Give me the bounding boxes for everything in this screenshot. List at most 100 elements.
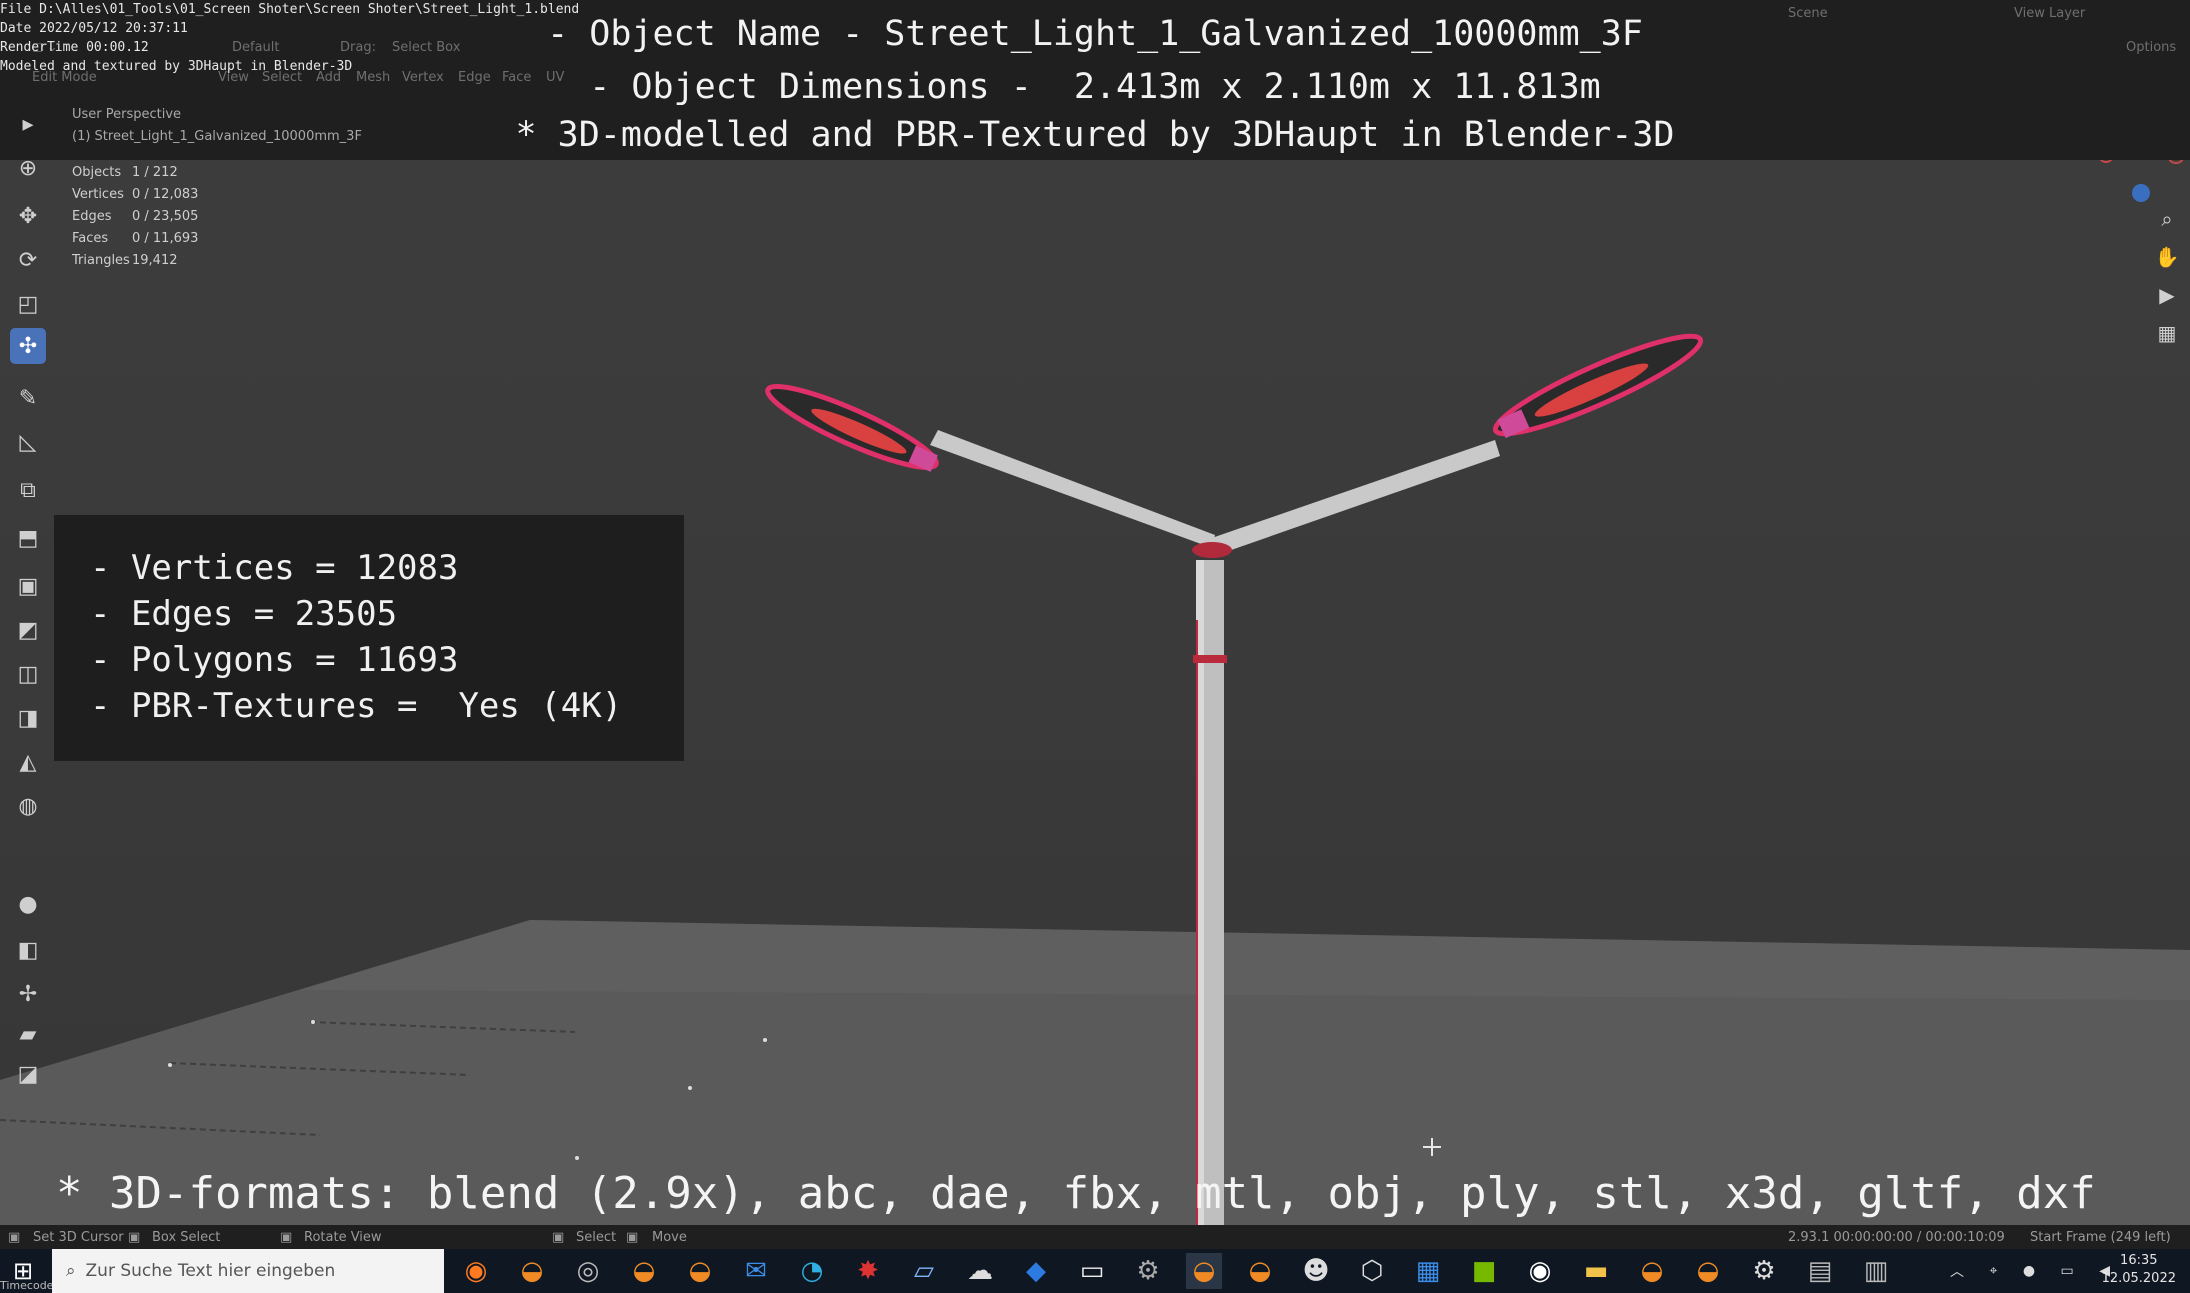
mail-icon[interactable]: ✉	[738, 1253, 774, 1289]
blender-status-bar: ▣ Set 3D Cursor ▣ Box Select ▣ Rotate Vi…	[0, 1225, 2190, 1249]
add-cube-tool-icon[interactable]: ⧉	[10, 472, 46, 508]
extrude-tool-icon[interactable]: ⬒	[10, 520, 46, 556]
status-start-frame: Start Frame (249 left)	[2030, 1230, 2171, 1245]
mouse-left-icon: ▣	[8, 1230, 21, 1245]
stat-row: Edges 0 / 23,505	[72, 206, 198, 228]
object-dimensions-caption: - Object Dimensions - 2.413m x 2.110m x …	[589, 67, 1601, 107]
inset-tool-icon[interactable]: ▣	[10, 568, 46, 604]
active-object-label: (1) Street_Light_1_Galvanized_10000mm_3F	[72, 129, 362, 144]
stat-key: Vertices	[72, 187, 124, 202]
tray-battery-icon[interactable]: ▭	[2061, 1263, 2074, 1279]
viewport-info: User Perspective (1) Street_Light_1_Galv…	[72, 104, 362, 148]
camera-view-icon[interactable]: ▶	[2150, 276, 2184, 314]
app-document-icon[interactable]: ▥	[1858, 1253, 1894, 1289]
perspective-label: User Perspective	[72, 107, 182, 122]
search-placeholder: Zur Suche Text hier eingeben	[85, 1261, 336, 1281]
info-polygons: - Polygons = 11693	[90, 640, 459, 680]
rotate-tool-icon[interactable]: ⟳	[10, 242, 46, 278]
firefox-icon[interactable]: ◉	[458, 1253, 494, 1289]
taskbar-clock[interactable]: 16:35 12.05.2022	[2102, 1252, 2176, 1288]
tool-shelf: ▸ ⊕ ✥ ⟳ ◰ ✣ ✎ ◺ ⧉ ⬒ ▣ ◩ ◫ ◨ ◭ ◍ ● ◧ ✢ ▰ …	[6, 106, 50, 1087]
blender-icon[interactable]: ◒	[1242, 1253, 1278, 1289]
blender-icon[interactable]: ◒	[682, 1253, 718, 1289]
status-version: 2.93.1 00:00:00:00 / 00:00:10:09	[1788, 1230, 2005, 1245]
blender-icon[interactable]: ◒	[1634, 1253, 1670, 1289]
edge-slide-tool-icon[interactable]: ◧	[10, 932, 46, 968]
obs-icon[interactable]: ◉	[1522, 1253, 1558, 1289]
blender-icon[interactable]: ◒	[626, 1253, 662, 1289]
app-window-icon[interactable]: ▤	[1802, 1253, 1838, 1289]
stat-value: 1 / 212	[132, 165, 178, 180]
search-icon: ⌕	[66, 1261, 76, 1281]
calendar-icon[interactable]: ▦	[1410, 1253, 1446, 1289]
system-tray[interactable]: ︿ ⌖ ● ▭ ◀	[1950, 1253, 2110, 1289]
select-tool-icon[interactable]: ▸	[10, 106, 46, 142]
viewport-navigation: ⌕ ✋ ▶ ▦	[2150, 200, 2184, 352]
status-rotate-view: Rotate View	[304, 1230, 382, 1245]
app-blue-icon[interactable]: ◆	[1018, 1253, 1054, 1289]
cube-icon[interactable]: ⬡	[1354, 1253, 1390, 1289]
clock-date: 12.05.2022	[2101, 1271, 2176, 1286]
shrink-fatten-tool-icon[interactable]: ✢	[10, 976, 46, 1012]
blender-icon[interactable]: ◒	[514, 1253, 550, 1289]
info-textures: - PBR-Textures = Yes (4K)	[90, 686, 623, 726]
ortho-grid-icon[interactable]: ▦	[2150, 314, 2184, 352]
terminal-icon[interactable]: ▭	[1074, 1253, 1110, 1289]
nvidia-icon[interactable]: ■	[1466, 1253, 1502, 1289]
statistics-overlay: Objects 1 / 212 Vertices 0 / 12,083 Edges 0…	[72, 162, 198, 272]
bevel-tool-icon[interactable]: ◩	[10, 612, 46, 648]
polybuild-tool-icon[interactable]: ◭	[10, 744, 46, 780]
3d-viewport[interactable]: ◻ ⌄ Edit Mode View Select Add Mesh Verte…	[0, 0, 2190, 1225]
mouse-move-icon: ▣	[626, 1230, 639, 1245]
loopcut-tool-icon[interactable]: ◫	[10, 656, 46, 692]
stat-value: 0 / 11,693	[132, 231, 199, 246]
spin-tool-icon[interactable]: ◍	[10, 788, 46, 824]
tray-app-icon[interactable]: ●	[2023, 1263, 2035, 1279]
knife-tool-icon[interactable]: ◨	[10, 700, 46, 736]
timecode-label: Timecode	[0, 1279, 54, 1292]
panda-icon[interactable]: ☻	[1298, 1253, 1334, 1289]
info-edges: - Edges = 23505	[90, 594, 398, 634]
settings-icon[interactable]: ⚙	[1746, 1253, 1782, 1289]
app-gear-icon[interactable]: ⚙	[1130, 1253, 1166, 1289]
folder-icon[interactable]: ▬	[1578, 1253, 1614, 1289]
object-name-caption: - Object Name - Street_Light_1_Galvanize…	[547, 14, 1643, 54]
status-set-cursor: Set 3D Cursor	[33, 1230, 124, 1245]
stat-row: Objects 1 / 212	[72, 162, 198, 184]
tray-network-icon[interactable]: ⌖	[1989, 1263, 1997, 1279]
status-box-select: Box Select	[152, 1230, 221, 1245]
rip-tool-icon[interactable]: ◪	[10, 1056, 46, 1092]
annotate-tool-icon[interactable]: ✎	[10, 380, 46, 416]
scale-tool-icon[interactable]: ◰	[10, 286, 46, 322]
stat-key: Objects	[72, 165, 122, 180]
edge-browser-icon[interactable]: ◔	[794, 1253, 830, 1289]
app-red-icon[interactable]: ✸	[850, 1253, 886, 1289]
stat-row: Triangles 19,412	[72, 250, 198, 272]
app-cloud-icon[interactable]: ☁	[962, 1253, 998, 1289]
taskbar-search-input[interactable]: ⌕ Zur Suche Text hier eingeben	[52, 1249, 444, 1293]
shear-tool-icon[interactable]: ▰	[10, 1016, 46, 1052]
transform-tool-icon[interactable]: ✣	[10, 328, 46, 364]
zoom-icon[interactable]: ⌕	[2150, 200, 2184, 238]
clock-time: 16:35	[2120, 1253, 2158, 1268]
move-tool-icon[interactable]: ✥	[10, 198, 46, 234]
stat-key: Edges	[72, 209, 112, 224]
blender-icon[interactable]: ◒	[1690, 1253, 1726, 1289]
cursor-tool-icon[interactable]: ⊕	[10, 150, 46, 186]
smooth-tool-icon[interactable]: ●	[10, 886, 46, 922]
status-move: Move	[652, 1230, 687, 1245]
pan-hand-icon[interactable]: ✋	[2150, 238, 2184, 276]
stat-row: Vertices 0 / 12,083	[72, 184, 198, 206]
mesh-info-panel: - Vertices = 12083 - Edges = 23505 - Pol…	[54, 515, 684, 761]
app-circle-icon[interactable]: ◎	[570, 1253, 606, 1289]
mouse-drag-icon: ▣	[128, 1230, 141, 1245]
stat-value: 0 / 23,505	[132, 209, 199, 224]
notes-icon[interactable]: ▱	[906, 1253, 942, 1289]
tray-chevron-icon[interactable]: ︿	[1950, 1261, 1964, 1281]
stat-key: Triangles	[72, 253, 130, 268]
status-select: Select	[576, 1230, 617, 1245]
blender-active-icon[interactable]: ◒	[1186, 1253, 1222, 1289]
stat-key: Faces	[72, 231, 109, 246]
stat-value: 19,412	[132, 253, 178, 268]
measure-tool-icon[interactable]: ◺	[10, 424, 46, 460]
